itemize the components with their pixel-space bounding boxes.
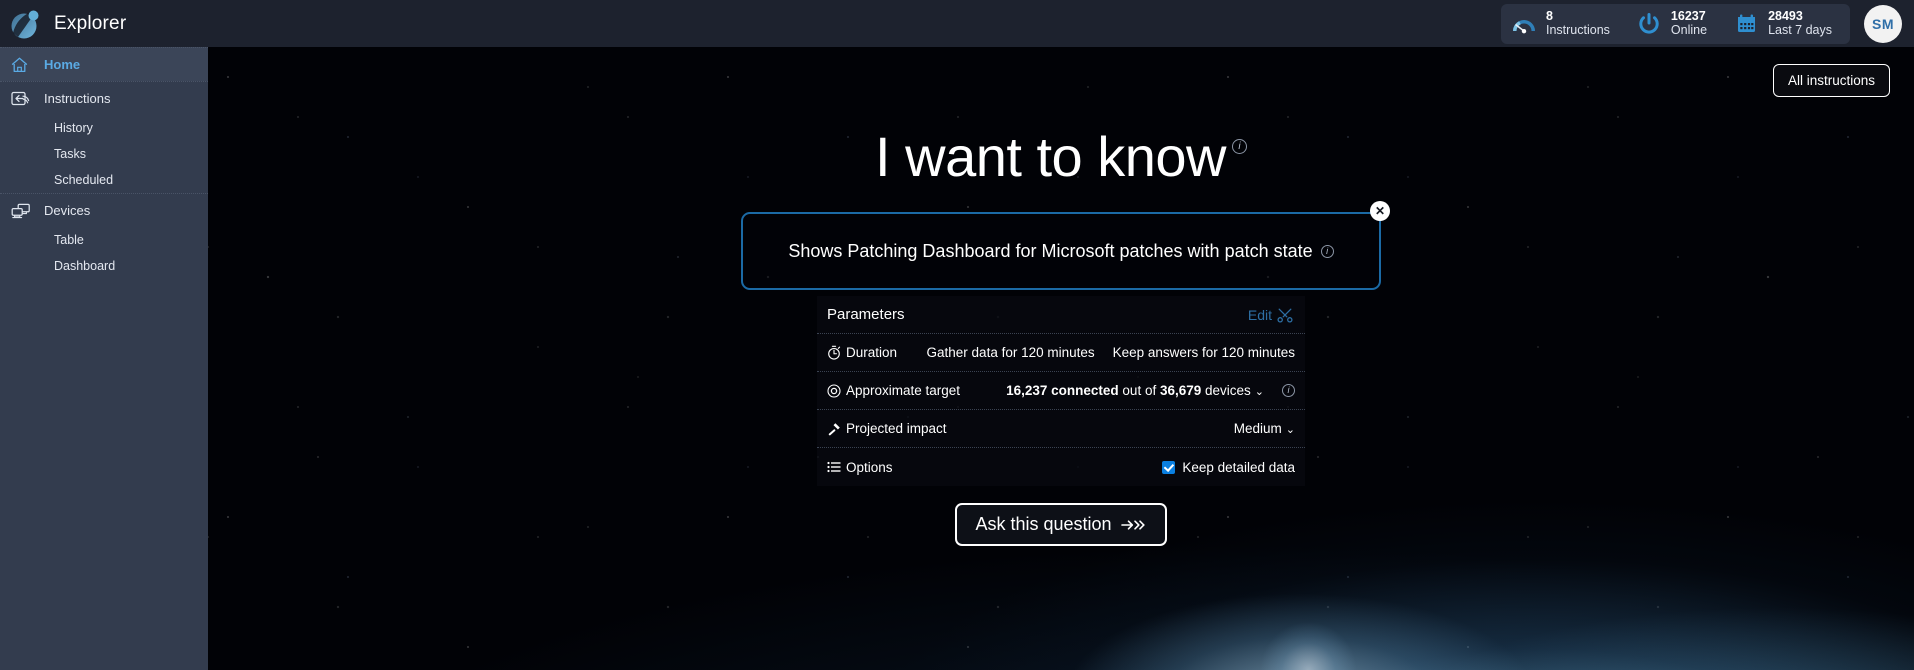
param-row-duration: Duration Gather data for 120 minutes Kee… xyxy=(817,334,1305,372)
stat-value: 28493 xyxy=(1768,9,1803,24)
param-label-options: Options xyxy=(827,460,893,475)
chevron-down-icon[interactable]: ⌄ xyxy=(1286,424,1295,436)
param-label-projected-impact: Projected impact xyxy=(827,421,947,436)
sidebar-item-home[interactable]: Home xyxy=(0,47,208,81)
parameters-title: Parameters xyxy=(827,306,905,323)
keep-answers-value[interactable]: Keep answers for 120 minutes xyxy=(1113,345,1295,360)
param-label-text: Projected impact xyxy=(846,421,947,436)
stat-label: Last 7 days xyxy=(1768,22,1832,37)
hammer-icon xyxy=(827,422,841,436)
wrench-screwdriver-icon xyxy=(1277,307,1293,323)
connected-count: 16,237 connected xyxy=(1006,383,1119,398)
param-label-approximate-target: Approximate target xyxy=(827,383,960,398)
param-row-options: Options Keep detailed data xyxy=(817,448,1305,486)
brand[interactable]: Explorer xyxy=(8,7,208,41)
sidebar-item-dashboard[interactable]: Dashboard xyxy=(0,253,208,279)
stat-online[interactable]: 16237 Online xyxy=(1636,10,1707,36)
question-input[interactable]: Shows Patching Dashboard for Microsoft p… xyxy=(741,212,1381,290)
sidebar-subitem-label: History xyxy=(54,121,93,135)
devices-icon xyxy=(10,202,38,220)
impact-value: Medium xyxy=(1233,421,1282,436)
parameters-header: Parameters Edit xyxy=(817,296,1305,334)
stopwatch-icon xyxy=(827,345,841,360)
stat-value: 16237 xyxy=(1670,9,1706,24)
sidebar-item-devices[interactable]: Devices xyxy=(0,193,208,227)
out-of-text: out of xyxy=(1118,383,1160,398)
param-value-options: Keep detailed data xyxy=(1162,460,1295,475)
sidebar-subitem-label: Scheduled xyxy=(54,173,114,187)
checkbox-label: Keep detailed data xyxy=(1182,459,1295,475)
sidebar-item-history[interactable]: History xyxy=(0,115,208,141)
body: Home Instructions History Tasks Schedule… xyxy=(0,47,1914,670)
app-root: Explorer 8 Instructions 16237 Online 284… xyxy=(0,0,1914,670)
keep-detailed-data-checkbox[interactable]: Keep detailed data xyxy=(1162,460,1295,475)
calendar-icon xyxy=(1733,11,1759,37)
checkbox-icon xyxy=(1162,460,1176,474)
top-header: Explorer 8 Instructions 16237 Online 284… xyxy=(0,0,1914,47)
sidebar-subitem-label: Dashboard xyxy=(54,259,116,273)
sidebar-item-instructions[interactable]: Instructions xyxy=(0,81,208,115)
avatar[interactable]: SM xyxy=(1864,4,1902,43)
target-icon xyxy=(827,383,841,398)
instructions-icon xyxy=(10,89,38,108)
home-icon xyxy=(10,56,38,74)
sidebar-item-label: Home xyxy=(44,57,81,72)
target-dropdown[interactable]: 16,237 connected out of 36,679 devices ⌄ xyxy=(1006,383,1264,398)
page-title: I want to know xyxy=(875,125,1226,188)
sidebar-subitem-label: Tasks xyxy=(54,147,86,161)
sidebar-item-scheduled[interactable]: Scheduled xyxy=(0,167,208,193)
list-icon xyxy=(827,461,841,473)
stat-label: Online xyxy=(1670,22,1708,37)
stat-value: 8 xyxy=(1546,9,1553,24)
chevron-down-icon[interactable]: ⌄ xyxy=(1255,386,1264,398)
double-arrow-icon xyxy=(1120,517,1147,533)
close-icon[interactable]: ✕ xyxy=(1370,201,1390,221)
gather-data-value[interactable]: Gather data for 120 minutes xyxy=(927,345,1095,360)
edit-parameters-button[interactable]: Edit xyxy=(1248,307,1293,323)
param-value-duration: Gather data for 120 minutes Keep answers… xyxy=(927,345,1295,360)
question-wrap: Shows Patching Dashboard for Microsoft p… xyxy=(741,201,1390,290)
param-value-projected-impact: Medium ⌄ xyxy=(1234,421,1295,436)
param-label-duration: Duration xyxy=(827,345,897,360)
param-row-projected-impact: Projected impact Medium ⌄ xyxy=(817,410,1305,448)
gauge-icon xyxy=(1511,11,1537,37)
sidebar-subitem-label: Table xyxy=(54,233,84,247)
param-value-approximate-target: 16,237 connected out of 36,679 devices ⌄ … xyxy=(1006,383,1295,398)
center-column: I want to know i Shows Patching Dashboar… xyxy=(208,47,1914,670)
headline-info-icon[interactable]: i xyxy=(1231,139,1247,154)
edit-label: Edit xyxy=(1247,306,1272,323)
impact-dropdown[interactable]: Medium ⌄ xyxy=(1234,421,1295,436)
stat-label: Instructions xyxy=(1546,22,1610,37)
stat-instructions[interactable]: 8 Instructions xyxy=(1511,10,1610,36)
power-icon xyxy=(1636,11,1662,37)
ask-this-question-button[interactable]: Ask this question xyxy=(955,503,1167,546)
main-content: All instructions I want to know i Shows … xyxy=(208,47,1914,670)
sidebar: Home Instructions History Tasks Schedule… xyxy=(0,47,208,670)
stat-last7days[interactable]: 28493 Last 7 days xyxy=(1733,10,1832,36)
ask-button-label: Ask this question xyxy=(975,514,1112,534)
header-stats: 8 Instructions 16237 Online 28493 Last 7… xyxy=(1501,3,1850,44)
sidebar-item-label: Devices xyxy=(44,203,91,218)
param-label-text: Options xyxy=(846,459,893,475)
question-text: Shows Patching Dashboard for Microsoft p… xyxy=(788,240,1313,261)
all-instructions-button[interactable]: All instructions xyxy=(1772,64,1890,97)
sidebar-item-tasks[interactable]: Tasks xyxy=(0,141,208,167)
devices-word: devices xyxy=(1201,383,1251,398)
total-devices: 36,679 xyxy=(1159,383,1202,398)
parameters-panel: Parameters Edit Duration Gather data for… xyxy=(817,296,1305,486)
param-row-approximate-target: Approximate target 16,237 connected out … xyxy=(817,372,1305,410)
sidebar-item-label: Instructions xyxy=(44,91,111,106)
brand-name: Explorer xyxy=(54,12,127,34)
param-label-text: Approximate target xyxy=(846,383,961,398)
target-info-icon[interactable]: i xyxy=(1282,384,1295,397)
question-info-icon[interactable]: i xyxy=(1320,244,1334,258)
explorer-logo-icon xyxy=(8,7,42,41)
headline-row: I want to know i xyxy=(875,129,1247,185)
sidebar-item-table[interactable]: Table xyxy=(0,227,208,253)
param-label-text: Duration xyxy=(846,345,898,360)
